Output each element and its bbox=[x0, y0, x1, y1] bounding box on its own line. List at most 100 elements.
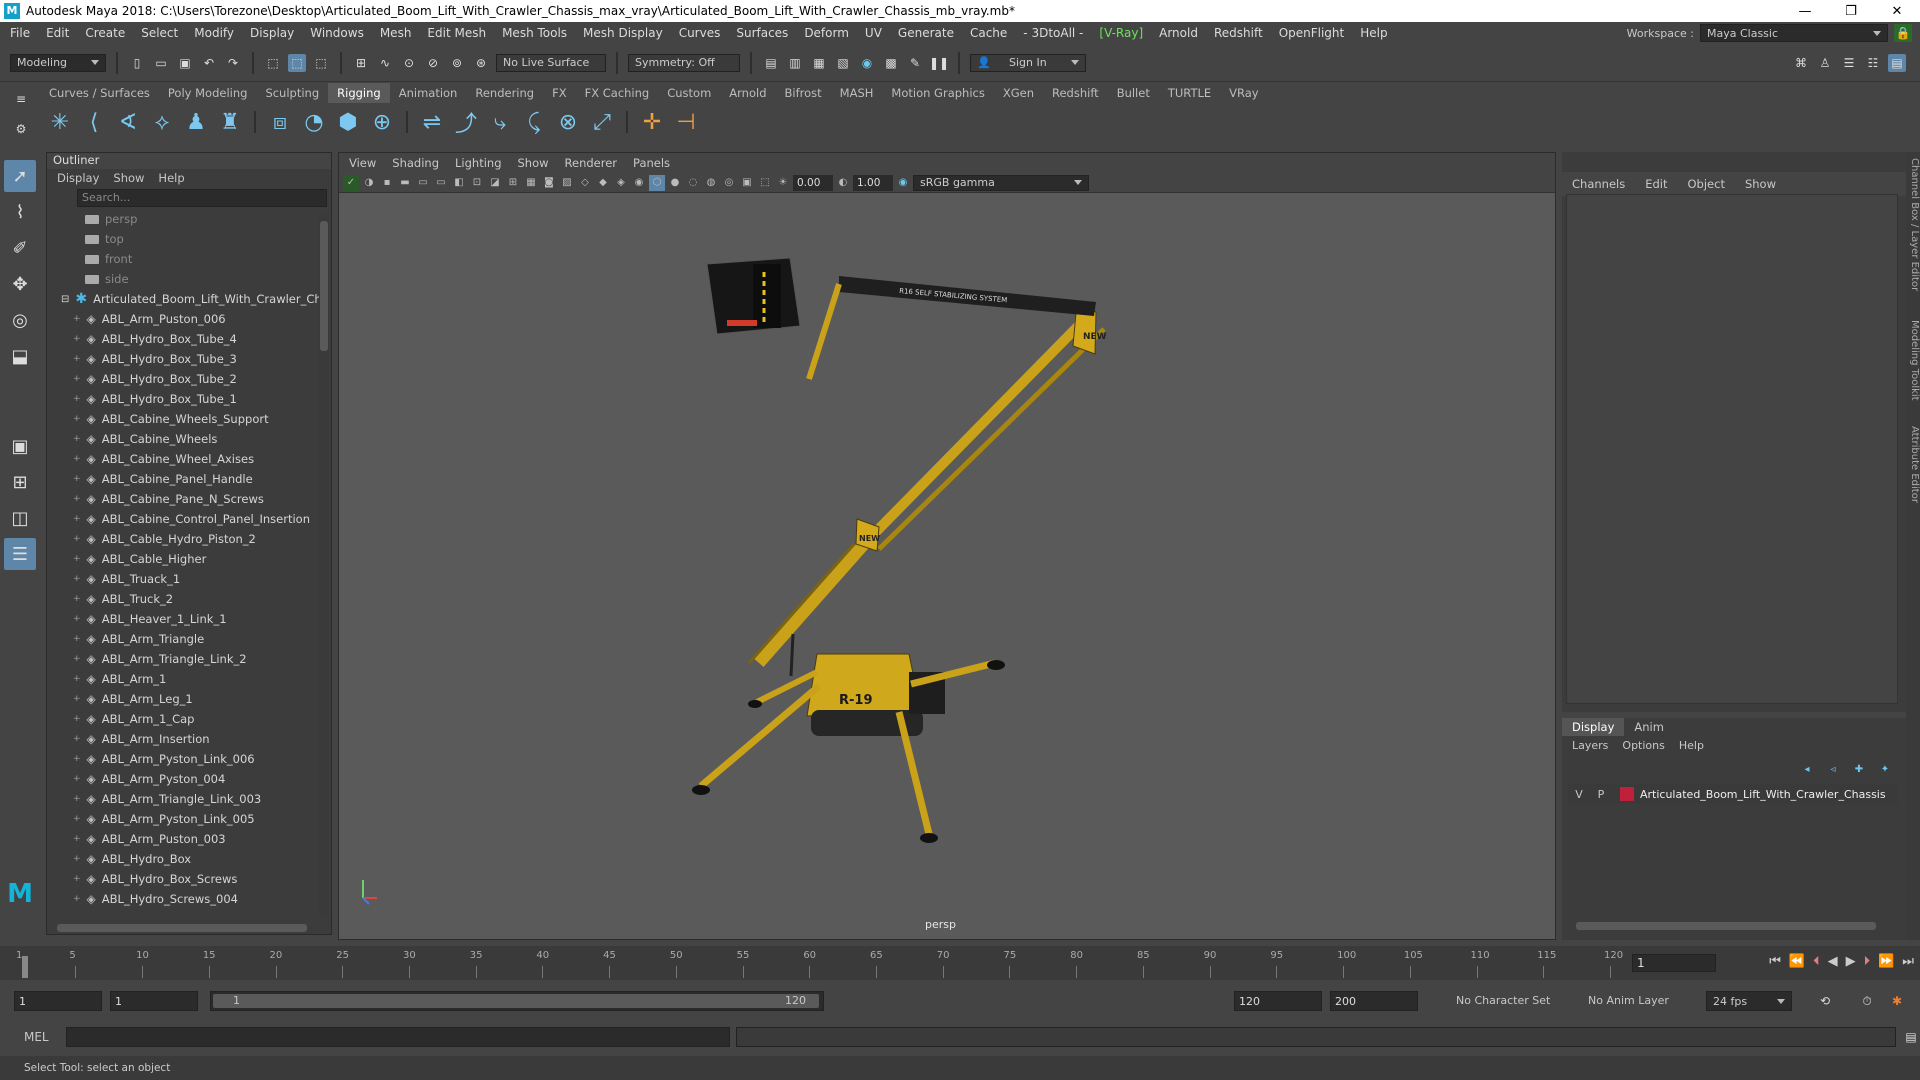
exposure-icon[interactable]: ☀ bbox=[775, 175, 791, 191]
outliner-item-row[interactable]: + ◈ ABL_Cable_Hydro_Piston_2 bbox=[47, 529, 319, 549]
outliner-item-row[interactable]: + ◈ ABL_Cabine_Control_Panel_Insertion bbox=[47, 509, 319, 529]
outliner-item-row[interactable]: + ◈ ABL_Cabine_Wheels_Support bbox=[47, 409, 319, 429]
parent-constraint-icon[interactable]: ⊗ bbox=[554, 108, 582, 136]
outliner-search-input[interactable]: Search... bbox=[77, 189, 327, 207]
expand-icon[interactable]: + bbox=[73, 854, 81, 864]
textured-icon[interactable]: ▨ bbox=[559, 175, 575, 191]
layer-tab-display[interactable]: Display bbox=[1562, 718, 1625, 736]
snap-point-icon[interactable]: ⊙ bbox=[400, 54, 418, 72]
menu-arnold[interactable]: Arnold bbox=[1159, 26, 1198, 40]
menu-select[interactable]: Select bbox=[141, 26, 178, 40]
shelf-tab-fx[interactable]: FX bbox=[543, 83, 576, 103]
vp-menu-panels[interactable]: Panels bbox=[633, 156, 670, 170]
anim-start-field[interactable]: 1 bbox=[14, 991, 102, 1011]
menu-create[interactable]: Create bbox=[85, 26, 125, 40]
expand-icon[interactable]: + bbox=[73, 614, 81, 624]
color-management-icon[interactable]: ◉ bbox=[895, 175, 911, 191]
quick-rig-icon[interactable]: ♟ bbox=[182, 108, 210, 136]
channel-menu-channels[interactable]: Channels bbox=[1572, 177, 1625, 191]
character-set-dropdown[interactable]: No Character Set bbox=[1440, 991, 1562, 1011]
expand-icon[interactable]: + bbox=[73, 534, 81, 544]
play-back-icon[interactable]: ◀ bbox=[1828, 954, 1838, 969]
xray-icon[interactable]: ◈ bbox=[613, 175, 629, 191]
time-slider[interactable]: 1 5 10 15 20 25 30 35 40 45 50 55 60 65 70 75 80 85 90 95 10… bbox=[0, 946, 1920, 980]
outliner-item-row[interactable]: + ◈ ABL_Cabine_Wheel_Axises bbox=[47, 449, 319, 469]
outliner-item-row[interactable]: + ◈ ABL_Cabine_Panel_Handle bbox=[47, 469, 319, 489]
save-scene-icon[interactable]: ▣ bbox=[176, 54, 194, 72]
attribute-editor-icon[interactable]: ☰ bbox=[1840, 54, 1858, 72]
new-layer-icon[interactable]: ✚ bbox=[1850, 760, 1868, 778]
fps-dropdown[interactable]: 24 fps bbox=[1706, 991, 1792, 1011]
outliner-item-row[interactable]: + ◈ ABL_Arm_Pyston_004 bbox=[47, 769, 319, 789]
menu-deform[interactable]: Deform bbox=[804, 26, 849, 40]
image-plane-icon[interactable]: ▬ bbox=[397, 175, 413, 191]
menu-vray[interactable]: [V-Ray] bbox=[1099, 26, 1143, 40]
camera-attr-icon[interactable]: ◑ bbox=[361, 175, 377, 191]
shelf-menu-icon[interactable]: ≡ bbox=[12, 90, 30, 108]
hud-icon[interactable]: ▣ bbox=[739, 175, 755, 191]
outliner-scrollbar[interactable] bbox=[319, 215, 329, 915]
layer-menu-layers[interactable]: Layers bbox=[1572, 739, 1608, 752]
expand-icon[interactable]: + bbox=[73, 794, 81, 804]
anim-end-field[interactable]: 200 bbox=[1330, 991, 1418, 1011]
select-hierarchy-icon[interactable]: ⬚ bbox=[264, 54, 282, 72]
menu-curves[interactable]: Curves bbox=[679, 26, 721, 40]
collapse-icon[interactable]: ⊟ bbox=[61, 294, 69, 305]
outliner-menu-show[interactable]: Show bbox=[113, 171, 144, 185]
sign-in-button[interactable]: 👤 Sign In bbox=[970, 53, 1086, 72]
script-editor-icon[interactable]: ▤ bbox=[1902, 1028, 1920, 1046]
select-tool-icon[interactable]: ➚ bbox=[4, 160, 36, 192]
outliner-hscrollbar[interactable] bbox=[57, 924, 307, 932]
open-scene-icon[interactable]: ▭ bbox=[152, 54, 170, 72]
new-layer-selected-icon[interactable]: ✦ bbox=[1876, 760, 1894, 778]
outliner-item-row[interactable]: + ◈ ABL_Arm_Puston_006 bbox=[47, 309, 319, 329]
ik-handle-icon[interactable]: ∢ bbox=[114, 108, 142, 136]
maximize-button[interactable]: ❐ bbox=[1828, 4, 1874, 19]
side-tab-channel-box[interactable]: Channel Box / Layer Editor bbox=[1906, 158, 1920, 291]
locator-icon[interactable]: ⇌ bbox=[418, 108, 446, 136]
select-camera-icon[interactable]: ✓ bbox=[343, 174, 359, 191]
film-gate-icon[interactable]: ▭ bbox=[415, 175, 431, 191]
layer-menu-help[interactable]: Help bbox=[1679, 739, 1704, 752]
outliner-item-row[interactable]: + ◈ ABL_Cable_Higher bbox=[47, 549, 319, 569]
expand-icon[interactable]: + bbox=[73, 574, 81, 584]
expand-icon[interactable]: + bbox=[73, 374, 81, 384]
lock-icon[interactable]: 🔒 bbox=[1894, 24, 1912, 42]
expand-icon[interactable]: + bbox=[73, 674, 81, 684]
command-input[interactable] bbox=[66, 1027, 730, 1047]
expand-icon[interactable]: + bbox=[73, 414, 81, 424]
pole-vector-icon[interactable]: ⤢ bbox=[588, 108, 616, 136]
human-ik-shelf-icon[interactable]: ♜ bbox=[216, 108, 244, 136]
rotate-tool-icon[interactable]: ◎ bbox=[4, 304, 36, 336]
snap-grid-icon[interactable]: ⊞ bbox=[352, 54, 370, 72]
vp-menu-shading[interactable]: Shading bbox=[392, 156, 439, 170]
shelf-tab-bullet[interactable]: Bullet bbox=[1108, 83, 1159, 103]
boom-lift-model[interactable]: NEW R16 SELF STABILIZING SYSTEM NEW R-19 bbox=[692, 257, 1107, 843]
channel-menu-edit[interactable]: Edit bbox=[1645, 177, 1667, 191]
outliner-item-row[interactable]: + ◈ ABL_Hydro_Box_Tube_4 bbox=[47, 329, 319, 349]
expand-icon[interactable]: + bbox=[73, 894, 81, 904]
expand-icon[interactable]: + bbox=[73, 314, 81, 324]
shelf-tab-animation[interactable]: Animation bbox=[390, 83, 467, 103]
expand-icon[interactable]: + bbox=[73, 814, 81, 824]
shelf-tab-bifrost[interactable]: Bifrost bbox=[776, 83, 831, 103]
shelf-tab-vray[interactable]: VRay bbox=[1220, 83, 1267, 103]
shelf-tab-motion-graphics[interactable]: Motion Graphics bbox=[882, 83, 993, 103]
outliner-camera-row[interactable]: front bbox=[47, 249, 319, 269]
viewport-scene[interactable]: NEW R16 SELF STABILIZING SYSTEM NEW R-19 bbox=[339, 194, 1555, 920]
vp-menu-lighting[interactable]: Lighting bbox=[455, 156, 501, 170]
expand-icon[interactable]: + bbox=[73, 474, 81, 484]
shelf-tab-custom[interactable]: Custom bbox=[658, 83, 720, 103]
menu-file[interactable]: File bbox=[10, 26, 30, 40]
vp-menu-view[interactable]: View bbox=[349, 156, 376, 170]
new-scene-icon[interactable]: ▯ bbox=[128, 54, 146, 72]
ipr-render-icon[interactable]: ▦ bbox=[810, 54, 828, 72]
render-view-icon[interactable]: ▤ bbox=[762, 54, 780, 72]
expand-icon[interactable]: + bbox=[73, 594, 81, 604]
create-locator-icon[interactable]: ✛ bbox=[638, 108, 666, 136]
smooth-shade-icon[interactable]: ◙ bbox=[541, 175, 557, 191]
shelf-tab-sculpting[interactable]: Sculpting bbox=[256, 83, 328, 103]
loop-icon[interactable]: ⟲ bbox=[1816, 992, 1834, 1010]
layer-row[interactable]: V P Articulated_Boom_Lift_With_Crawler_C… bbox=[1568, 784, 1898, 804]
ik-spline-icon[interactable]: ⟡ bbox=[148, 108, 176, 136]
